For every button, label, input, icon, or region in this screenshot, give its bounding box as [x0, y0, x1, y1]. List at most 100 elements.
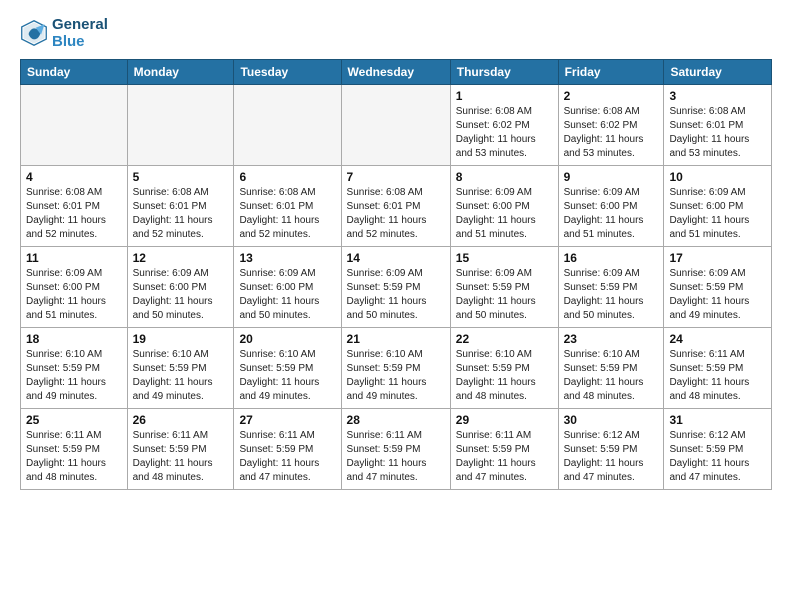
calendar-cell: 13 Sunrise: 6:09 AM Sunset: 6:00 PM Dayli…	[234, 246, 341, 327]
day-number: 8	[456, 170, 553, 184]
calendar-cell: 20 Sunrise: 6:10 AM Sunset: 5:59 PM Dayli…	[234, 327, 341, 408]
calendar-cell	[341, 84, 450, 165]
calendar-cell: 12Sunrise: 6:09 AM Sunset: 6:00 PM Dayli…	[127, 246, 234, 327]
calendar-cell: 15 Sunrise: 6:09 AM Sunset: 5:59 PM Dayli…	[450, 246, 558, 327]
day-number: 22	[456, 332, 553, 346]
day-info: Sunrise: 6:11 AM Sunset: 5:59 PM Dayligh…	[26, 429, 122, 485]
day-info: Sunrise: 6:10 AM Sunset: 5:59 PM Dayligh…	[239, 348, 335, 404]
calendar-cell: 8 Sunrise: 6:09 AM Sunset: 6:00 PM Daylig…	[450, 165, 558, 246]
calendar-cell: 16 Sunrise: 6:09 AM Sunset: 5:59 PM Dayli…	[558, 246, 664, 327]
calendar-cell: 21 Sunrise: 6:10 AM Sunset: 5:59 PM Dayli…	[341, 327, 450, 408]
day-number: 30	[564, 413, 659, 427]
calendar-cell: 6 Sunrise: 6:08 AM Sunset: 6:01 PM Daylig…	[234, 165, 341, 246]
day-number: 17	[669, 251, 766, 265]
day-number: 23	[564, 332, 659, 346]
calendar-week-row: 18 Sunrise: 6:10 AM Sunset: 5:59 PM Dayli…	[21, 327, 772, 408]
calendar-header-tuesday: Tuesday	[234, 59, 341, 84]
day-info: Sunrise: 6:10 AM Sunset: 5:59 PM Dayligh…	[564, 348, 659, 404]
calendar-cell: 30 Sunrise: 6:12 AM Sunset: 5:59 PM Dayli…	[558, 408, 664, 489]
calendar-cell: 5Sunrise: 6:08 AM Sunset: 6:01 PM Daylig…	[127, 165, 234, 246]
calendar-cell	[127, 84, 234, 165]
day-info: Sunrise: 6:08 AM Sunset: 6:01 PM Dayligh…	[347, 186, 445, 242]
day-number: 7	[347, 170, 445, 184]
day-info: Sunrise: 6:10 AM Sunset: 5:59 PM Dayligh…	[133, 348, 229, 404]
day-number: 19	[133, 332, 229, 346]
day-info: Sunrise: 6:11 AM Sunset: 5:59 PM Dayligh…	[239, 429, 335, 485]
day-number: 21	[347, 332, 445, 346]
calendar-header-thursday: Thursday	[450, 59, 558, 84]
day-number: 31	[669, 413, 766, 427]
calendar-cell: 14Sunrise: 6:09 AM Sunset: 5:59 PM Dayli…	[341, 246, 450, 327]
day-number: 11	[26, 251, 122, 265]
day-number: 29	[456, 413, 553, 427]
calendar-cell: 1Sunrise: 6:08 AM Sunset: 6:02 PM Daylig…	[450, 84, 558, 165]
calendar-header-saturday: Saturday	[664, 59, 772, 84]
calendar-table: SundayMondayTuesdayWednesdayThursdayFrid…	[20, 59, 772, 490]
calendar-header-sunday: Sunday	[21, 59, 128, 84]
day-number: 5	[133, 170, 229, 184]
calendar-cell: 25 Sunrise: 6:11 AM Sunset: 5:59 PM Dayli…	[21, 408, 128, 489]
day-info: Sunrise: 6:09 AM Sunset: 6:00 PM Dayligh…	[26, 267, 122, 323]
calendar-cell: 9 Sunrise: 6:09 AM Sunset: 6:00 PM Daylig…	[558, 165, 664, 246]
day-number: 20	[239, 332, 335, 346]
page: General Blue SundayMondayTuesdayWednesda…	[0, 0, 792, 506]
day-number: 2	[564, 89, 659, 103]
day-info: Sunrise: 6:09 AM Sunset: 5:59 PM Dayligh…	[456, 267, 553, 323]
calendar-cell: 22 Sunrise: 6:10 AM Sunset: 5:59 PM Dayli…	[450, 327, 558, 408]
day-number: 4	[26, 170, 122, 184]
day-number: 6	[239, 170, 335, 184]
day-info: Sunrise: 6:09 AM Sunset: 6:00 PM Dayligh…	[456, 186, 553, 242]
day-info: Sunrise: 6:09 AM Sunset: 5:59 PM Dayligh…	[669, 267, 766, 323]
day-info: Sunrise: 6:08 AM Sunset: 6:02 PM Dayligh…	[564, 105, 659, 161]
day-number: 14	[347, 251, 445, 265]
day-info: Sunrise: 6:08 AM Sunset: 6:01 PM Dayligh…	[26, 186, 122, 242]
calendar-cell: 19 Sunrise: 6:10 AM Sunset: 5:59 PM Dayli…	[127, 327, 234, 408]
day-info: Sunrise: 6:11 AM Sunset: 5:59 PM Dayligh…	[456, 429, 553, 485]
day-info: Sunrise: 6:12 AM Sunset: 5:59 PM Dayligh…	[669, 429, 766, 485]
day-number: 1	[456, 89, 553, 103]
calendar-week-row: 11 Sunrise: 6:09 AM Sunset: 6:00 PM Dayli…	[21, 246, 772, 327]
day-info: Sunrise: 6:11 AM Sunset: 5:59 PM Dayligh…	[669, 348, 766, 404]
day-info: Sunrise: 6:09 AM Sunset: 5:59 PM Dayligh…	[564, 267, 659, 323]
day-info: Sunrise: 6:11 AM Sunset: 5:59 PM Dayligh…	[133, 429, 229, 485]
day-number: 25	[26, 413, 122, 427]
calendar-week-row: 25 Sunrise: 6:11 AM Sunset: 5:59 PM Dayli…	[21, 408, 772, 489]
calendar-cell: 10Sunrise: 6:09 AM Sunset: 6:00 PM Dayli…	[664, 165, 772, 246]
day-number: 13	[239, 251, 335, 265]
day-info: Sunrise: 6:09 AM Sunset: 6:00 PM Dayligh…	[564, 186, 659, 242]
day-info: Sunrise: 6:11 AM Sunset: 5:59 PM Dayligh…	[347, 429, 445, 485]
day-number: 3	[669, 89, 766, 103]
day-number: 15	[456, 251, 553, 265]
calendar-cell: 2 Sunrise: 6:08 AM Sunset: 6:02 PM Daylig…	[558, 84, 664, 165]
calendar-cell: 17 Sunrise: 6:09 AM Sunset: 5:59 PM Dayli…	[664, 246, 772, 327]
calendar-cell: 27Sunrise: 6:11 AM Sunset: 5:59 PM Dayli…	[234, 408, 341, 489]
calendar-header-row: SundayMondayTuesdayWednesdayThursdayFrid…	[21, 59, 772, 84]
logo: General Blue	[20, 16, 108, 51]
day-number: 16	[564, 251, 659, 265]
calendar-cell: 23 Sunrise: 6:10 AM Sunset: 5:59 PM Dayli…	[558, 327, 664, 408]
day-number: 28	[347, 413, 445, 427]
day-info: Sunrise: 6:12 AM Sunset: 5:59 PM Dayligh…	[564, 429, 659, 485]
calendar-week-row: 4 Sunrise: 6:08 AM Sunset: 6:01 PM Daylig…	[21, 165, 772, 246]
calendar-cell: 11 Sunrise: 6:09 AM Sunset: 6:00 PM Dayli…	[21, 246, 128, 327]
calendar-cell: 26 Sunrise: 6:11 AM Sunset: 5:59 PM Dayli…	[127, 408, 234, 489]
day-info: Sunrise: 6:10 AM Sunset: 5:59 PM Dayligh…	[456, 348, 553, 404]
day-number: 18	[26, 332, 122, 346]
day-number: 26	[133, 413, 229, 427]
calendar-cell: 28 Sunrise: 6:11 AM Sunset: 5:59 PM Dayli…	[341, 408, 450, 489]
day-info: Sunrise: 6:08 AM Sunset: 6:01 PM Dayligh…	[239, 186, 335, 242]
logo-text: General Blue	[52, 16, 108, 51]
calendar-cell	[234, 84, 341, 165]
day-info: Sunrise: 6:10 AM Sunset: 5:59 PM Dayligh…	[347, 348, 445, 404]
calendar-cell: 7 Sunrise: 6:08 AM Sunset: 6:01 PM Daylig…	[341, 165, 450, 246]
day-number: 24	[669, 332, 766, 346]
logo-icon	[20, 19, 48, 47]
calendar-cell: 29 Sunrise: 6:11 AM Sunset: 5:59 PM Dayli…	[450, 408, 558, 489]
calendar-cell: 4 Sunrise: 6:08 AM Sunset: 6:01 PM Daylig…	[21, 165, 128, 246]
day-info: Sunrise: 6:08 AM Sunset: 6:01 PM Dayligh…	[669, 105, 766, 161]
calendar-header-wednesday: Wednesday	[341, 59, 450, 84]
calendar-cell: 31 Sunrise: 6:12 AM Sunset: 5:59 PM Dayli…	[664, 408, 772, 489]
day-number: 12	[133, 251, 229, 265]
day-info: Sunrise: 6:09 AM Sunset: 6:00 PM Dayligh…	[239, 267, 335, 323]
day-number: 9	[564, 170, 659, 184]
